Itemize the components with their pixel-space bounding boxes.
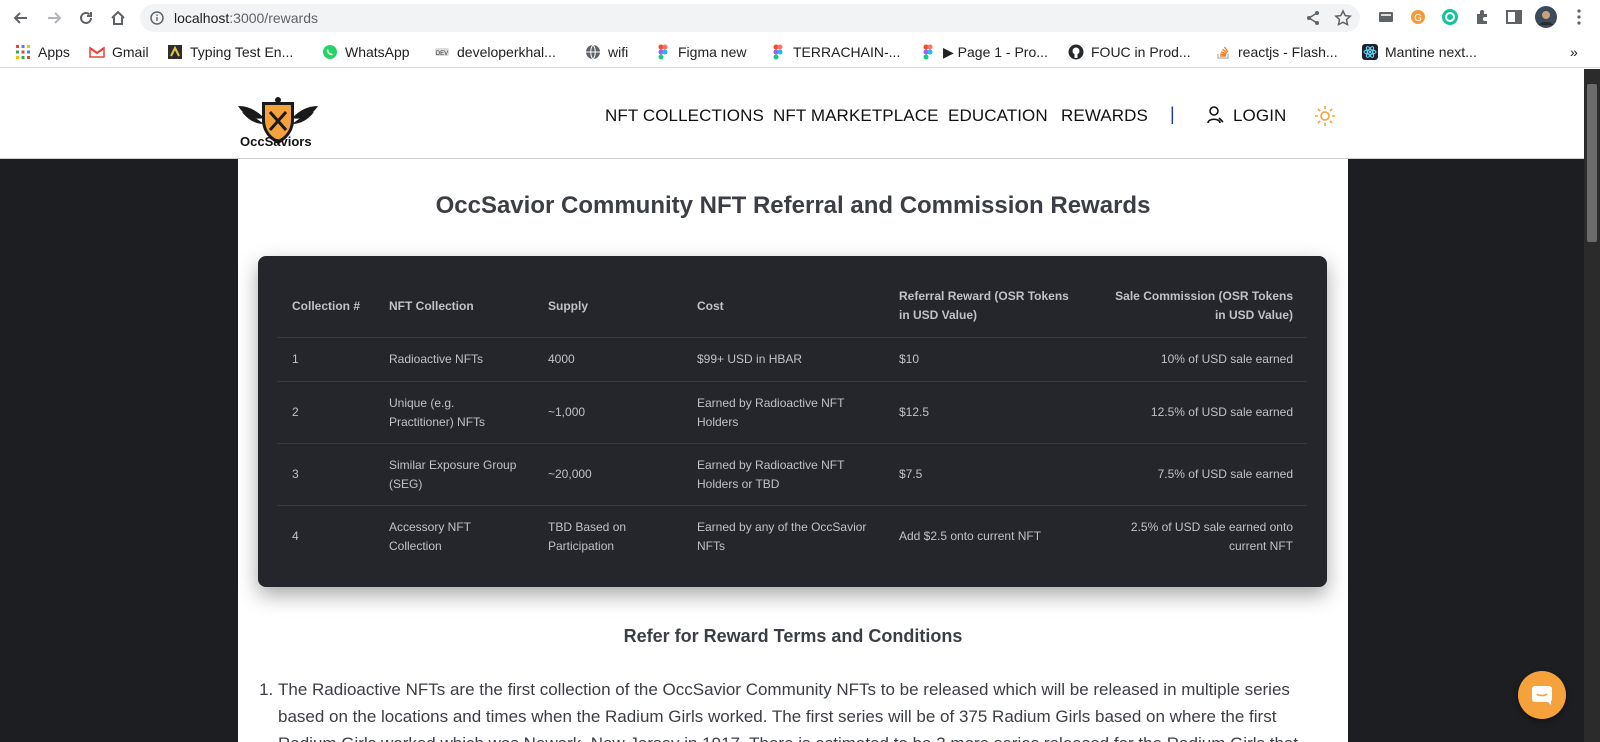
url-text: localhost:3000/rewards [174,10,318,26]
bookmark-wifi[interactable]: wifi [585,42,628,62]
table-cell: 7.5% of USD sale earned [1091,443,1307,506]
rewards-table: Collection # NFT Collection Supply Cost … [277,279,1307,568]
bookmark-fouc[interactable]: FOUC in Prod... [1068,42,1191,62]
terms-heading: Refer for Reward Terms and Conditions [623,626,963,646]
header-collection-number: Collection # [277,279,374,338]
chat-bubble-icon [1532,686,1552,705]
table-cell: 4 [292,529,299,544]
bookmarks-overflow-button[interactable]: » [1570,42,1578,62]
nav-nft-collections[interactable]: NFT COLLECTIONS [605,106,764,126]
bookmark-typing-test[interactable]: Typing Test En... [167,42,293,62]
bookmark-gmail[interactable]: Gmail [89,42,149,62]
back-arrow-icon[interactable] [9,6,33,30]
extension-g-icon[interactable]: G [1409,8,1427,26]
table-cell: Radioactive NFTs [374,337,533,382]
react-icon [1362,44,1378,60]
table-row: 2 Unique (e.g. Practitioner) NFTs ~1,000… [277,381,1307,444]
table-cell: 10% of USD sale earned [1091,337,1307,382]
bookmark-reactjs[interactable]: reactjs - Flash... [1215,42,1338,62]
svg-text:G: G [1414,13,1422,24]
table-cell: Similar Exposure Group (SEG) [374,443,533,506]
table-cell: $99+ USD in HBAR [682,337,884,382]
table-cell: 3 [277,443,374,506]
header-nft-collection: NFT Collection [374,279,533,338]
table-cell: TBD Based on Participation [548,519,627,553]
user-icon[interactable] [1206,105,1224,125]
table-cell: Unique (e.g. Practitioner) NFTs [374,381,533,444]
dev-icon: DEV [435,48,449,57]
table-cell: 2.5% of USD sale earned onto current NFT [1130,519,1293,553]
stackoverflow-icon [1217,46,1229,59]
chat-support-button[interactable] [1518,671,1566,719]
table-cell: Earned by Radioactive NFT Holders or TBD [682,443,884,506]
table-header-row: Collection # NFT Collection Supply Cost … [277,279,1307,338]
table-cell: 12.5% of USD sale earned [1091,381,1307,444]
apps-grid-icon [16,45,30,59]
whatsapp-icon [323,45,337,59]
typing-test-icon [168,45,182,59]
nav-nft-marketplace[interactable]: NFT MARKETPLACE [773,106,939,126]
bookmark-star-icon[interactable] [1334,9,1352,27]
bookmark-apps[interactable]: Apps [15,42,70,62]
address-bar[interactable]: localhost:3000/rewards [140,4,1360,32]
table-cell: Add $2.5 onto current NFT [899,529,1042,544]
page-title: OccSavior Community NFT Referral and Com… [435,192,1151,219]
extensions-puzzle-icon[interactable] [1473,8,1491,26]
gmail-icon [89,46,105,58]
nav-rewards[interactable]: REWARDS [1061,106,1148,126]
bookmarks-bar: Apps Gmail Typing Test En... WhatsApp DE… [0,36,1600,68]
header-cost: Cost [682,279,884,338]
table-row: 4 Accessory NFT Collection TBD Based on … [277,506,1307,568]
bookmark-mantine[interactable]: Mantine next... [1362,42,1477,62]
terms-list: The Radioactive NFTs are the first colle… [258,676,1328,742]
header-referral-reward: Referral Reward (OSR Tokens in USD Value… [884,279,1091,338]
bookmark-figma-new[interactable]: Figma new [655,42,746,62]
header-supply: Supply [533,279,682,338]
extension-grammarly-icon[interactable] [1441,8,1459,26]
logo-text: OccSaviors [240,134,312,149]
nav-education[interactable]: EDUCATION [948,106,1048,126]
table-cell: Accessory NFT Collection [389,519,471,553]
github-icon [1068,44,1084,60]
bookmark-whatsapp[interactable]: WhatsApp [322,42,410,62]
nav-login[interactable]: LOGIN [1233,106,1286,126]
table-cell: $7.5 [884,443,1091,506]
table-cell: ~1,000 [533,381,682,444]
table-cell: $12.5 [884,381,1091,444]
table-cell: Earned by Radioactive NFT Holders [682,381,884,444]
profile-avatar[interactable] [1535,6,1557,28]
info-icon[interactable] [150,11,164,25]
terms-item: The Radioactive NFTs are the first colle… [278,676,1328,742]
browser-toolbar: localhost:3000/rewards G [0,0,1600,36]
table-cell: $10 [884,337,1091,382]
sun-theme-toggle-icon[interactable] [1314,105,1336,127]
rewards-table-container: Collection # NFT Collection Supply Cost … [258,256,1327,587]
share-icon[interactable] [1304,9,1322,27]
forward-arrow-icon[interactable] [42,6,66,30]
extension-card-icon[interactable] [1377,8,1395,26]
reload-icon[interactable] [74,6,98,30]
table-row: 3 Similar Exposure Group (SEG) ~20,000 E… [277,443,1307,506]
table-cell: Earned by any of the OccSavior NFTs [697,519,867,553]
header-sale-commission: Sale Commission (OSR Tokens in USD Value… [1091,279,1307,338]
figma-icon [773,44,783,60]
figma-icon [923,44,933,60]
table-cell: 1 [277,337,374,382]
svg-text:DEV: DEV [436,51,448,57]
nav-separator: | [1170,104,1175,124]
figma-icon [658,44,668,60]
table-row: 1 Radioactive NFTs 4000 $99+ USD in HBAR… [277,337,1307,382]
table-cell: ~20,000 [533,443,682,506]
bookmark-developerkhal[interactable]: DEV developerkhal... [434,42,556,62]
table-cell: 4000 [533,337,682,382]
bookmark-page1[interactable]: ▶ Page 1 - Pro... [920,42,1048,62]
side-panel-icon[interactable] [1505,8,1523,26]
globe-icon [586,44,600,60]
home-icon[interactable] [106,6,130,30]
table-cell: 2 [277,381,374,444]
menu-kebab-icon[interactable] [1570,8,1588,26]
scrollbar-thumb[interactable] [1587,84,1597,242]
bookmark-terrachain[interactable]: TERRACHAIN-... [770,42,900,62]
